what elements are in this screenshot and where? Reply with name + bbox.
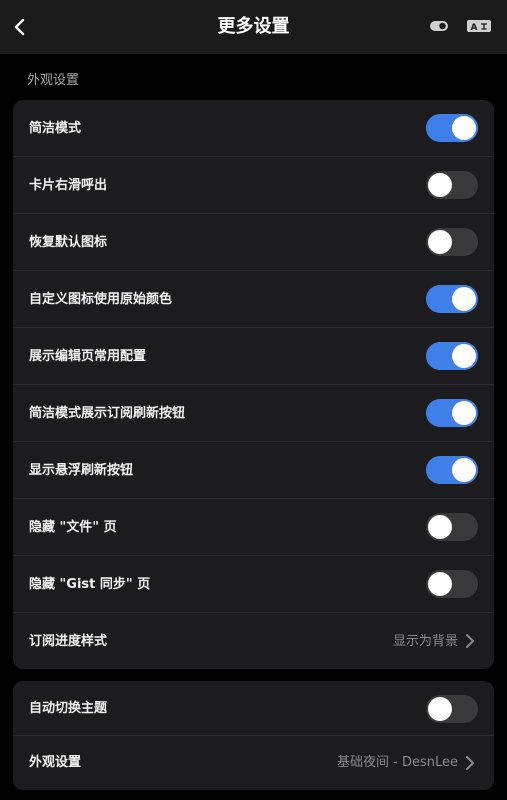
setting-value: 基础夜间 - DesnLee (337, 755, 458, 770)
setting-row-card-swipe: 卡片右滑呼出 (13, 157, 494, 214)
custom-icon-original-color-toggle[interactable] (426, 285, 478, 313)
chevron-right-icon (466, 756, 474, 770)
setting-label: 自定义图标使用原始颜色 (29, 292, 173, 307)
setting-row-hide-files-page: 隐藏 "文件" 页 (13, 499, 494, 556)
translate-icon-letter: A (471, 23, 478, 33)
hide-gist-sync-page-toggle[interactable] (426, 570, 478, 598)
setting-label: 隐藏 "Gist 同步" 页 (29, 577, 151, 592)
toggle-knob (452, 401, 476, 425)
restore-default-icon-toggle[interactable] (426, 228, 478, 256)
theme-toggle-button[interactable] (429, 16, 449, 36)
setting-row-show-edit-common-config: 展示编辑页常用配置 (13, 328, 494, 385)
appearance-settings-card: 简洁模式 卡片右滑呼出 恢复默认图标 自定义图标使用原始颜色 展示编辑页常用配置… (13, 100, 494, 669)
setting-label: 卡片右滑呼出 (29, 178, 108, 193)
setting-row-appearance[interactable]: 外观设置 基础夜间 - DesnLee (13, 736, 494, 790)
translate-button[interactable]: A (466, 16, 492, 36)
setting-label: 外观设置 (29, 755, 82, 770)
setting-label: 简洁模式展示订阅刷新按钮 (29, 406, 186, 421)
toggle-knob (428, 515, 452, 539)
toggle-knob (452, 458, 476, 482)
theme-toggle-icon (430, 21, 448, 31)
chevron-right-icon (466, 634, 474, 648)
toggle-knob (428, 697, 452, 721)
setting-label: 隐藏 "文件" 页 (29, 520, 117, 535)
toggle-knob (452, 287, 476, 311)
setting-row-hide-gist-sync-page: 隐藏 "Gist 同步" 页 (13, 556, 494, 613)
setting-row-floating-refresh-button: 显示悬浮刷新按钮 (13, 442, 494, 499)
hide-files-page-toggle[interactable] (426, 513, 478, 541)
translate-icon: A (467, 20, 491, 33)
simple-mode-toggle[interactable] (426, 114, 478, 142)
toggle-knob (452, 116, 476, 140)
toggle-knob (452, 344, 476, 368)
setting-label: 订阅进度样式 (29, 634, 108, 649)
auto-theme-toggle[interactable] (426, 695, 478, 723)
toggle-knob (428, 572, 452, 596)
setting-row-custom-icon-original-color: 自定义图标使用原始颜色 (13, 271, 494, 328)
setting-label: 恢复默认图标 (29, 235, 108, 250)
setting-value: 显示为背景 (392, 634, 458, 649)
setting-row-subscription-progress-style[interactable]: 订阅进度样式 显示为背景 (13, 613, 494, 670)
section-label-appearance: 外观设置 (27, 73, 80, 88)
simple-mode-refresh-button-toggle[interactable] (426, 399, 478, 427)
setting-row-simple-mode: 简洁模式 (13, 100, 494, 157)
setting-row-restore-default-icon: 恢复默认图标 (13, 214, 494, 271)
setting-label: 简洁模式 (29, 121, 82, 136)
show-edit-common-config-toggle[interactable] (426, 342, 478, 370)
setting-label: 展示编辑页常用配置 (29, 349, 147, 364)
setting-label: 自动切换主题 (29, 701, 108, 716)
toggle-knob (428, 173, 452, 197)
theme-settings-card: 自动切换主题 外观设置 基础夜间 - DesnLee (13, 681, 494, 790)
floating-refresh-button-toggle[interactable] (426, 456, 478, 484)
card-swipe-toggle[interactable] (426, 171, 478, 199)
toggle-knob (428, 230, 452, 254)
setting-row-simple-mode-refresh-button: 简洁模式展示订阅刷新按钮 (13, 385, 494, 442)
setting-row-auto-theme: 自动切换主题 (13, 681, 494, 736)
setting-label: 显示悬浮刷新按钮 (29, 463, 134, 478)
navigation-bar: 更多设置 A (0, 0, 507, 54)
